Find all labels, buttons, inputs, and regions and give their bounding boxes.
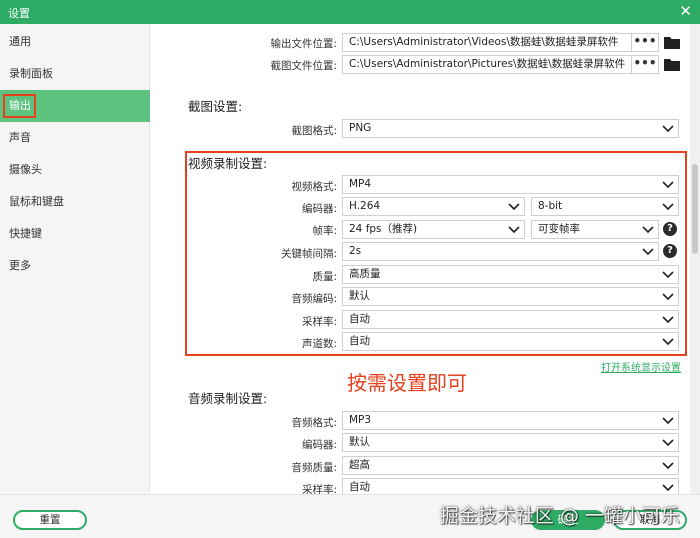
close-icon[interactable]: ✕ — [679, 2, 692, 20]
video-settings-highlight-box — [185, 151, 687, 356]
chevron-down-icon — [662, 462, 674, 470]
screenshot-folder-field[interactable]: C:\Users\Administrator\Pictures\数据蛙\数据蛙录… — [342, 55, 634, 74]
window-title: 设置 — [8, 7, 30, 20]
output-folder-icon[interactable] — [663, 34, 681, 50]
cancel-button[interactable]: 取消 — [613, 510, 687, 530]
reset-button[interactable]: 重置 — [13, 510, 87, 530]
sidebar-item-hotkeys[interactable]: 快捷键 — [0, 218, 150, 250]
chevron-down-icon — [662, 125, 674, 133]
screenshot-folder-icon[interactable] — [663, 56, 681, 72]
screenshot-folder-browse-button[interactable]: ••• — [631, 55, 659, 74]
chevron-down-icon — [662, 484, 674, 492]
sidebar-item-mouse-keyboard[interactable]: 鼠标和键盘 — [0, 186, 150, 218]
select-value: PNG — [349, 122, 372, 134]
audio-format-select[interactable]: MP3 — [342, 411, 679, 430]
select-value: 自动 — [349, 481, 370, 493]
audio-format-label: 音频格式: — [291, 417, 337, 429]
sidebar-item-record-panel[interactable]: 录制面板 — [0, 58, 150, 90]
select-value: MP3 — [349, 414, 372, 426]
ok-button[interactable]: 确定 — [531, 510, 605, 530]
scrollbar-thumb[interactable] — [692, 164, 698, 254]
chevron-down-icon — [662, 417, 674, 425]
screenshot-folder-label: 截图文件位置: — [270, 60, 337, 72]
screenshot-settings-heading: 截图设置: — [188, 99, 243, 114]
title-bar: 设置 ✕ — [0, 0, 700, 24]
audio-sample-rate-label: 采样率: — [301, 484, 337, 494]
audio-encoder-select[interactable]: 默认 — [342, 433, 679, 452]
output-folder-field[interactable]: C:\Users\Administrator\Videos\数据蛙\数据蛙录屏软… — [342, 33, 634, 52]
sidebar-item-sound[interactable]: 声音 — [0, 122, 150, 154]
sidebar-item-camera[interactable]: 摄像头 — [0, 154, 150, 186]
audio-sample-rate-select[interactable]: 自动 — [342, 478, 679, 494]
select-value: 超高 — [349, 459, 370, 471]
audio-encoder-label: 编码器: — [301, 439, 337, 451]
select-value: 默认 — [349, 436, 370, 448]
sidebar-item-more[interactable]: 更多 — [0, 250, 150, 282]
audio-settings-heading: 音频录制设置: — [188, 391, 268, 406]
sidebar: 通用 录制面板 输出 声音 摄像头 鼠标和键盘 快捷键 更多 — [0, 24, 150, 494]
output-folder-browse-button[interactable]: ••• — [631, 33, 659, 52]
settings-content: 输出文件位置: C:\Users\Administrator\Videos\数据… — [150, 24, 690, 494]
output-folder-label: 输出文件位置: — [270, 38, 337, 50]
annotation-text: 按需设置即可 — [347, 371, 467, 395]
sidebar-item-general[interactable]: 通用 — [0, 26, 150, 58]
highlight-box-output — [3, 94, 36, 118]
screenshot-format-select[interactable]: PNG — [342, 119, 679, 138]
footer: 重置 确定 取消 — [0, 494, 700, 538]
content-scrollbar[interactable] — [690, 24, 700, 494]
audio-quality-label: 音频质量: — [291, 462, 337, 474]
sidebar-item-output[interactable]: 输出 — [0, 90, 150, 122]
audio-quality-select[interactable]: 超高 — [342, 456, 679, 475]
chevron-down-icon — [662, 439, 674, 447]
screenshot-format-label: 截图格式: — [291, 125, 337, 137]
open-display-settings-link[interactable]: 打开系统显示设置 — [601, 359, 681, 374]
